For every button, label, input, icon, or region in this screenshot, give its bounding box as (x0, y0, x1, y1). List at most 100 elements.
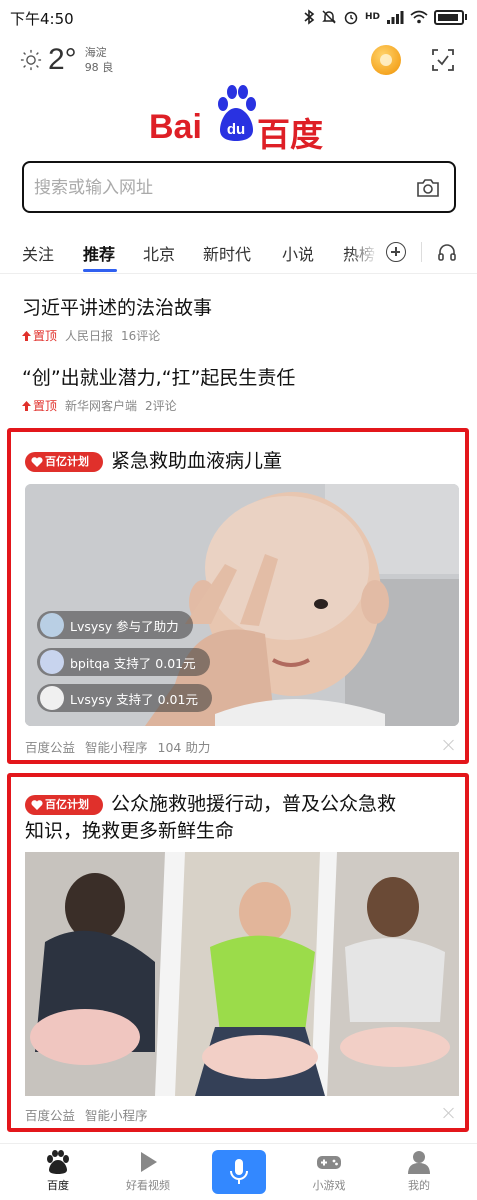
activity-bubble: Lvsysy 参与了助力 (37, 611, 193, 639)
baidu-logo: Bai du 百度 (149, 84, 329, 154)
close-icon[interactable] (443, 1107, 455, 1119)
tab-tuijian[interactable]: 推荐 (83, 241, 115, 265)
tab-guanzhu[interactable]: 关注 (22, 241, 54, 265)
news-item[interactable]: 习近平讲述的法治故事 置顶 人民日报 16评论 (22, 295, 462, 344)
temperature: 2° (48, 43, 77, 76)
pinned-label: 置顶 (22, 397, 57, 414)
active-tab-indicator (83, 269, 117, 272)
voice-search-button[interactable] (212, 1150, 266, 1194)
weather-location: 海淀 (84, 46, 107, 59)
avatar (40, 650, 64, 674)
charity-card[interactable]: 百亿计划 紧急救助血液病儿童 Lvsysy 参与了助力 bpitqa 支持了 0… (7, 428, 469, 764)
badge-text: 百亿计划 (45, 798, 89, 811)
add-channel-icon[interactable] (386, 242, 406, 262)
nav-label: 百度 (47, 1179, 69, 1192)
news-item[interactable]: “创”出就业潜力,“扛”起民生责任 置顶 新华网客户端 2评论 (22, 365, 462, 414)
baidu-paw-icon: du (218, 85, 256, 141)
search-input[interactable] (34, 177, 404, 199)
microphone-icon (230, 1159, 248, 1184)
sun-icon (20, 49, 42, 71)
aqi-value: 98 (84, 61, 99, 74)
news-comments: 2评论 (145, 399, 177, 413)
logo-latin: Bai (149, 108, 202, 146)
headset-icon[interactable] (437, 242, 457, 262)
card-title[interactable]: 百亿计划 公众施救驰援行动，普及公众急救 知识，挽救更多新鲜生命 (25, 791, 396, 845)
battery-icon (434, 9, 464, 25)
play-icon (141, 1152, 157, 1172)
card-app-type: 智能小程序 (85, 1108, 148, 1123)
card-title-line2: 知识，挽救更多新鲜生命 (25, 820, 235, 842)
weather-meta: 海淀 98 良 (85, 45, 114, 75)
channel-tabs: 关注 推荐 北京 新时代 小说 热榜 (0, 230, 477, 274)
close-icon[interactable] (443, 739, 455, 751)
nav-mine[interactable]: 我的 (379, 1150, 459, 1193)
tab-beijing[interactable]: 北京 (143, 241, 175, 265)
cpr-training-photo[interactable] (25, 852, 459, 1096)
bubble-text: Lvsysy 参与了助力 (70, 618, 179, 634)
aqi-level: 良 (102, 61, 114, 74)
nav-label: 我的 (408, 1179, 430, 1192)
status-icons: HD (303, 7, 467, 27)
bubble-text: Lvsysy 支持了 0.01元 (70, 691, 198, 707)
news-comments: 16评论 (121, 329, 161, 343)
nav-baidu[interactable]: 百度 (18, 1150, 98, 1193)
news-title[interactable]: “创”出就业潜力,“扛”起民生责任 (22, 365, 462, 391)
search-box[interactable] (22, 161, 456, 213)
status-bar: 下午4:50 HD (0, 0, 477, 34)
alarm-icon (344, 11, 358, 25)
nav-label: 好看视频 (126, 1179, 170, 1192)
news-title[interactable]: 习近平讲述的法治故事 (22, 295, 462, 321)
nav-minigames[interactable]: 小游戏 (289, 1150, 369, 1193)
tab-fade (350, 236, 378, 268)
logo-chinese: 百度 (257, 115, 323, 154)
logo-paw-text: du (227, 121, 245, 138)
card-app-type: 智能小程序 (85, 740, 148, 755)
news-source: 新华网客户端 (65, 399, 138, 413)
card-meta: 百度公益 智能小程序 104 助力 (25, 737, 210, 756)
user-icon (408, 1151, 430, 1174)
activity-bubble: Lvsysy 支持了 0.01元 (37, 684, 212, 712)
network-type: HD (364, 12, 380, 22)
tab-divider (421, 242, 422, 262)
activity-bubble: bpitqa 支持了 0.01元 (37, 648, 210, 676)
pinned-text: 置顶 (33, 399, 58, 413)
weather-widget[interactable]: 2° 海淀 98 良 (20, 40, 113, 80)
wifi-icon (410, 10, 428, 24)
news-meta: 置顶 新华网客户端 2评论 (22, 397, 462, 414)
card-source: 百度公益 (25, 1108, 76, 1123)
signal-icon (387, 11, 404, 24)
bluetooth-icon (304, 9, 315, 25)
status-time: 下午4:50 (10, 10, 74, 28)
avatar (40, 613, 64, 637)
nav-label: 小游戏 (312, 1179, 346, 1192)
badge-baiyi: 百亿计划 (25, 795, 103, 815)
news-source: 人民日报 (65, 329, 114, 343)
battery-tip (465, 14, 467, 20)
baidu-paw-icon (47, 1150, 69, 1174)
card-source: 百度公益 (25, 740, 76, 755)
card-meta: 百度公益 智能小程序 (25, 1105, 148, 1124)
gamepad-icon (317, 1156, 341, 1169)
bottom-navigation: 百度 好看视频 小游戏 我的 (0, 1143, 477, 1200)
pinned-label: 置顶 (22, 327, 57, 344)
charity-card[interactable]: 百亿计划 公众施救驰援行动，普及公众急救 知识，挽救更多新鲜生命 百度公益 智能… (7, 773, 469, 1132)
scan-icon[interactable] (431, 48, 455, 72)
coin-icon[interactable] (371, 45, 401, 75)
tab-xiaoshuo[interactable]: 小说 (282, 241, 314, 265)
card-title-line1: 公众施救驰援行动，普及公众急救 (111, 793, 397, 815)
cpr-photo-illustration (25, 852, 459, 1096)
heart-icon (31, 800, 43, 810)
badge-baiyi: 百亿计划 (25, 452, 103, 472)
card-title[interactable]: 百亿计划 紧急救助血液病儿童 (25, 448, 282, 475)
pinned-text: 置顶 (33, 329, 58, 343)
camera-icon[interactable] (416, 177, 440, 199)
pin-arrow-icon (22, 330, 31, 341)
tab-xinshidai[interactable]: 新时代 (203, 241, 251, 265)
child-photo[interactable]: Lvsysy 参与了助力 bpitqa 支持了 0.01元 Lvsysy 支持了… (25, 484, 459, 726)
mute-bell-icon (322, 10, 336, 24)
nav-video[interactable]: 好看视频 (108, 1150, 188, 1193)
news-meta: 置顶 人民日报 16评论 (22, 327, 462, 344)
avatar (40, 686, 64, 710)
air-quality: 98 良 (85, 60, 114, 75)
bubble-text: bpitqa 支持了 0.01元 (70, 655, 196, 671)
